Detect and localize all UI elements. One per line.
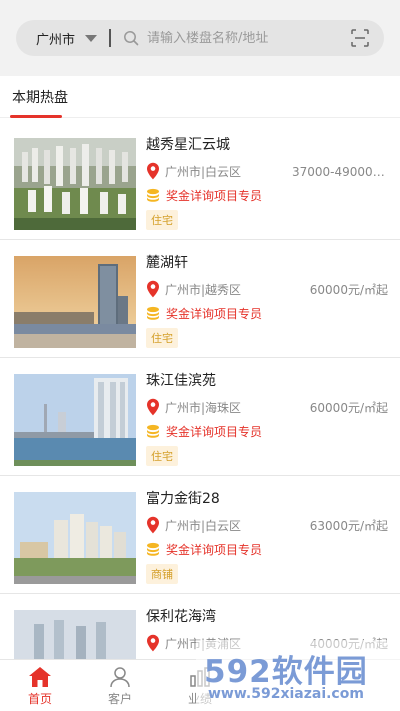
customer-icon	[110, 667, 130, 688]
property-price: 63000元/㎡起	[309, 518, 388, 533]
watermark-url: www.592xiazai.com	[208, 686, 364, 702]
property-thumbnail[interactable]	[14, 374, 136, 466]
property-name[interactable]: 麓湖轩	[146, 252, 388, 274]
property-location: 广州市|白云区	[165, 518, 242, 533]
location-pin-icon	[147, 280, 159, 298]
location-pin-icon	[147, 634, 159, 652]
property-card[interactable]: 麓湖轩 广州市|越秀区 60000元/㎡起 奖金详询项目专员 住宅	[0, 240, 400, 358]
top-bar: 广州市	[0, 0, 400, 70]
property-type-tag: 住宅	[146, 446, 178, 466]
property-thumbnail[interactable]	[14, 256, 136, 348]
property-card[interactable]: 珠江佳滨苑 广州市|海珠区 60000元/㎡起 奖金详询项目专员 住宅	[0, 358, 400, 476]
property-type-tag: 住宅	[146, 210, 178, 230]
section-header: 本期热盘	[0, 76, 400, 118]
tab-home[interactable]: 首页	[0, 660, 80, 711]
home-icon	[29, 667, 51, 687]
property-name[interactable]: 富力金街28	[146, 488, 388, 510]
property-price: 60000元/㎡起	[309, 400, 388, 415]
bonus-info: 奖金详询项目专员	[166, 542, 263, 557]
search-input[interactable]	[147, 30, 350, 46]
coin-stack-icon	[147, 424, 159, 438]
coin-stack-icon	[147, 188, 159, 202]
bonus-info: 奖金详询项目专员	[166, 424, 263, 439]
property-price: 37000-49000元...	[292, 164, 388, 179]
section-title[interactable]: 本期热盘	[12, 90, 68, 106]
search-icon	[124, 31, 139, 46]
property-name[interactable]: 越秀星汇云城	[146, 134, 388, 156]
property-card[interactable]: 越秀星汇云城 广州市|白云区 37000-49000元... 奖金详询项目专员 …	[0, 122, 400, 240]
bonus-info: 奖金详询项目专员	[166, 306, 263, 321]
active-tab-indicator	[10, 115, 62, 118]
property-type-tag: 住宅	[146, 328, 178, 348]
property-card[interactable]: 富力金街28 广州市|白云区 63000元/㎡起 奖金详询项目专员 商铺	[0, 476, 400, 594]
property-list: 越秀星汇云城 广州市|白云区 37000-49000元... 奖金详询项目专员 …	[0, 122, 400, 711]
bonus-info: 奖金详询项目专员	[166, 188, 263, 203]
property-location: 广州市|海珠区	[165, 400, 242, 415]
coin-stack-icon	[147, 306, 159, 320]
location-pin-icon	[147, 516, 159, 534]
tab-customer[interactable]: 客户	[80, 660, 160, 711]
property-location: 广州市|越秀区	[165, 282, 242, 297]
search-bar: 广州市	[16, 20, 384, 56]
property-thumbnail[interactable]	[14, 138, 136, 230]
coin-stack-icon	[147, 542, 159, 556]
property-info: 珠江佳滨苑 广州市|海珠区 60000元/㎡起 奖金详询项目专员 住宅	[146, 370, 388, 466]
property-thumbnail[interactable]	[14, 492, 136, 584]
watermark: 592软件园 www.592xiazai.com	[196, 640, 400, 711]
property-type-tag: 商铺	[146, 564, 178, 584]
watermark-logo: 592软件园	[204, 654, 368, 690]
location-pin-icon	[147, 398, 159, 416]
city-selector[interactable]: 广州市	[36, 29, 75, 48]
property-info: 越秀星汇云城 广州市|白云区 37000-49000元... 奖金详询项目专员 …	[146, 134, 388, 230]
tab-label: 首页	[27, 692, 52, 706]
divider	[109, 29, 112, 47]
caret-down-icon[interactable]	[85, 34, 98, 42]
property-price: 60000元/㎡起	[309, 282, 388, 297]
hot-properties-section: 本期热盘 越秀星汇云城 广州市|白云区 37000-49000元... 奖金详询…	[0, 76, 400, 711]
property-info: 麓湖轩 广州市|越秀区 60000元/㎡起 奖金详询项目专员 住宅	[146, 252, 388, 348]
property-info: 富力金街28 广州市|白云区 63000元/㎡起 奖金详询项目专员 商铺	[146, 488, 388, 584]
property-name[interactable]: 珠江佳滨苑	[146, 370, 388, 392]
tab-label: 客户	[107, 692, 132, 706]
property-location: 广州市|白云区	[165, 164, 242, 179]
property-name[interactable]: 保利花海湾	[146, 606, 388, 628]
location-pin-icon	[147, 162, 159, 180]
scan-icon[interactable]	[350, 28, 370, 48]
